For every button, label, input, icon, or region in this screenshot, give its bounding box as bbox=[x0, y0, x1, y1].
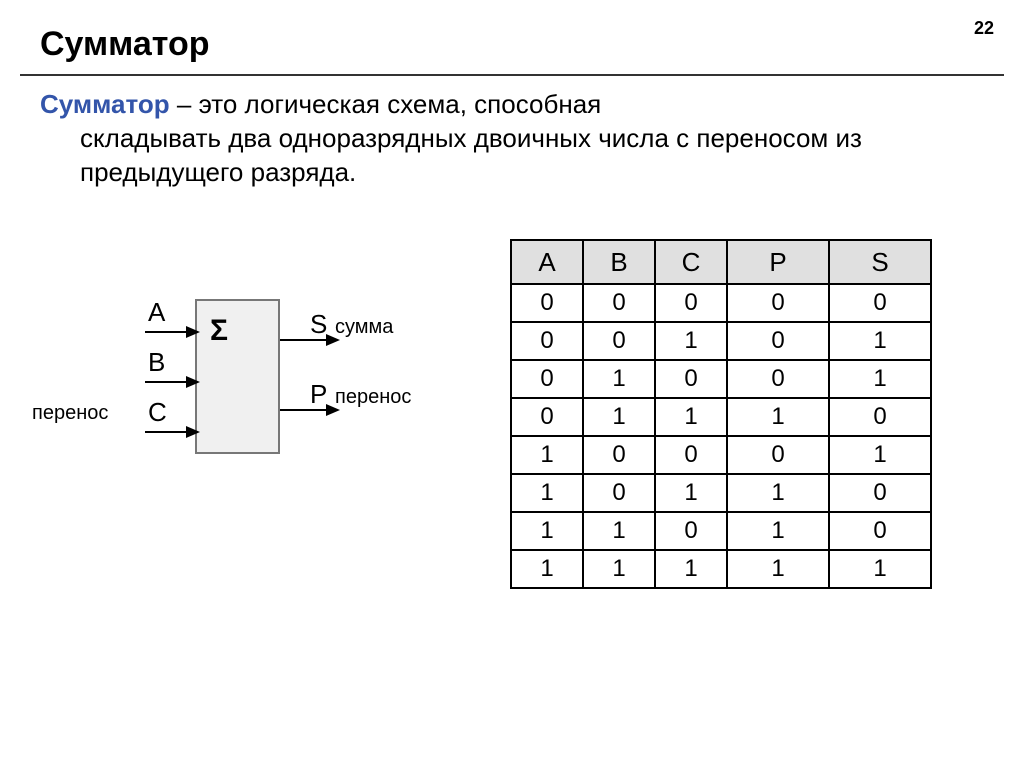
input-a-label: A bbox=[148, 297, 165, 328]
output-s-label: S bbox=[310, 309, 327, 340]
th-a: A bbox=[511, 240, 583, 284]
table-cell: 1 bbox=[583, 398, 655, 436]
table-cell: 0 bbox=[583, 436, 655, 474]
table-cell: 1 bbox=[511, 550, 583, 588]
th-p: P bbox=[727, 240, 829, 284]
input-c-label: C bbox=[148, 397, 167, 428]
table-cell: 1 bbox=[727, 398, 829, 436]
definition-term: Сумматор bbox=[40, 89, 170, 119]
th-c: C bbox=[655, 240, 727, 284]
table-cell: 1 bbox=[583, 360, 655, 398]
th-b: B bbox=[583, 240, 655, 284]
table-cell: 0 bbox=[655, 512, 727, 550]
table-cell: 1 bbox=[727, 474, 829, 512]
arrow-c-line bbox=[145, 431, 190, 433]
table-cell: 1 bbox=[655, 398, 727, 436]
input-b-label: B bbox=[148, 347, 165, 378]
th-s: S bbox=[829, 240, 931, 284]
table-cell: 1 bbox=[655, 474, 727, 512]
table-cell: 1 bbox=[511, 436, 583, 474]
table-row: 10001 bbox=[511, 436, 931, 474]
table-cell: 0 bbox=[583, 284, 655, 322]
table-row: 00101 bbox=[511, 322, 931, 360]
table-cell: 0 bbox=[655, 284, 727, 322]
table-cell: 0 bbox=[829, 474, 931, 512]
input-c-note: перенос bbox=[32, 402, 108, 425]
table-cell: 1 bbox=[829, 436, 931, 474]
table-cell: 0 bbox=[655, 436, 727, 474]
table-cell: 0 bbox=[583, 474, 655, 512]
arrow-a-line bbox=[145, 331, 190, 333]
output-p-label: P bbox=[310, 379, 327, 410]
table-cell: 1 bbox=[829, 360, 931, 398]
truth-table: A B C P S 000000010101001011101000110110… bbox=[510, 239, 932, 589]
table-cell: 0 bbox=[655, 360, 727, 398]
arrow-b-line bbox=[145, 381, 190, 383]
output-p-note: перенос bbox=[335, 386, 411, 409]
adder-diagram: Σ A B C перенос S сумма P перенос bbox=[60, 289, 480, 489]
table-cell: 1 bbox=[655, 550, 727, 588]
table-cell: 1 bbox=[511, 512, 583, 550]
table-cell: 0 bbox=[727, 322, 829, 360]
table-cell: 0 bbox=[727, 360, 829, 398]
table-cell: 1 bbox=[727, 550, 829, 588]
table-cell: 1 bbox=[655, 322, 727, 360]
table-header-row: A B C P S bbox=[511, 240, 931, 284]
table-row: 01110 bbox=[511, 398, 931, 436]
arrow-c-head-icon bbox=[186, 426, 200, 438]
table-row: 11010 bbox=[511, 512, 931, 550]
table-cell: 1 bbox=[727, 512, 829, 550]
table-cell: 0 bbox=[511, 360, 583, 398]
page-title: Сумматор bbox=[0, 0, 1024, 74]
page-number: 22 bbox=[974, 18, 994, 39]
title-divider bbox=[20, 74, 1004, 76]
table-cell: 0 bbox=[511, 284, 583, 322]
table-row: 10110 bbox=[511, 474, 931, 512]
definition-line1: это логическая схема, способная bbox=[199, 89, 602, 119]
definition-paragraph: Сумматор – это логическая схема, способн… bbox=[0, 88, 1024, 189]
table-cell: 0 bbox=[583, 322, 655, 360]
table-cell: 0 bbox=[511, 398, 583, 436]
table-row: 01001 bbox=[511, 360, 931, 398]
table-body: 0000000101010010111010001101101101011111 bbox=[511, 284, 931, 588]
table-row: 11111 bbox=[511, 550, 931, 588]
table-cell: 0 bbox=[829, 512, 931, 550]
table-cell: 1 bbox=[583, 512, 655, 550]
table-cell: 0 bbox=[727, 284, 829, 322]
arrow-b-head-icon bbox=[186, 376, 200, 388]
table-row: 00000 bbox=[511, 284, 931, 322]
table-cell: 0 bbox=[829, 398, 931, 436]
output-s-note: сумма bbox=[335, 316, 393, 339]
sigma-box bbox=[195, 299, 280, 454]
definition-rest: складывать два одноразрядных двоичных чи… bbox=[40, 122, 984, 190]
table-cell: 1 bbox=[829, 322, 931, 360]
definition-dash: – bbox=[170, 89, 199, 119]
table-cell: 0 bbox=[727, 436, 829, 474]
arrow-a-head-icon bbox=[186, 326, 200, 338]
table-cell: 0 bbox=[829, 284, 931, 322]
table-cell: 0 bbox=[511, 322, 583, 360]
table-cell: 1 bbox=[511, 474, 583, 512]
table-cell: 1 bbox=[829, 550, 931, 588]
sigma-symbol: Σ bbox=[210, 314, 228, 348]
table-cell: 1 bbox=[583, 550, 655, 588]
